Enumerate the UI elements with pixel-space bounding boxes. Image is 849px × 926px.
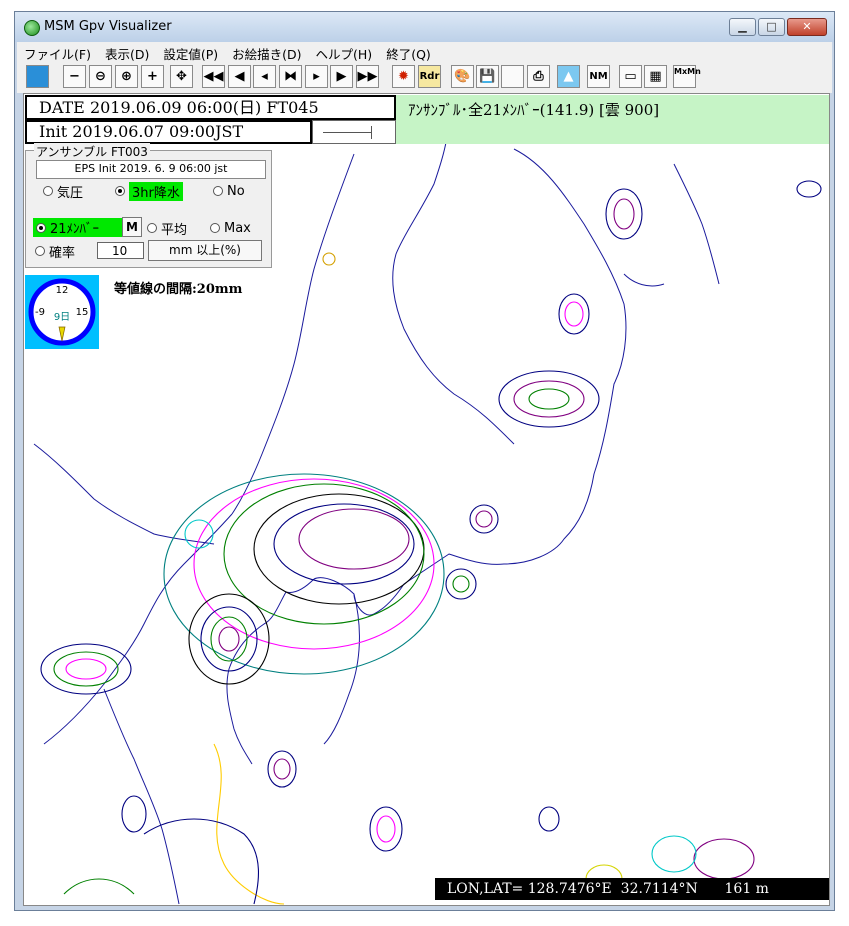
printer-button[interactable]: ⎙ bbox=[527, 65, 550, 88]
map-view-button[interactable] bbox=[26, 65, 49, 88]
radio-3hr-precip-label: 3hr降水 bbox=[129, 181, 183, 201]
clock-widget: 12 15 -9 9日 bbox=[25, 275, 99, 349]
radio-average-dot[interactable] bbox=[147, 223, 157, 233]
prev-button[interactable]: ◂ bbox=[253, 65, 276, 88]
slider-thumb[interactable] bbox=[371, 126, 372, 139]
init-display: Init 2019.06.07 09:00JST bbox=[25, 120, 312, 144]
radio-3hr-precip-dot[interactable] bbox=[115, 186, 125, 196]
ensemble-panel: アンサンブル FT003 EPS Init 2019. 6. 9 06:00 j… bbox=[25, 143, 272, 268]
maximize-button[interactable]: □ bbox=[758, 18, 785, 36]
radio-probability[interactable]: 確率 bbox=[35, 241, 75, 261]
radio-21-members[interactable]: 21ﾒﾝﾊﾞｰ bbox=[33, 218, 125, 237]
eps-init-field: EPS Init 2019. 6. 9 06:00 jst bbox=[36, 160, 266, 179]
radio-max-label: Max bbox=[224, 220, 251, 236]
mountain-button[interactable]: ▲ bbox=[557, 65, 580, 88]
menu-help[interactable]: ヘルプ(H) bbox=[309, 42, 380, 63]
radio-3hr-precip[interactable]: 3hr降水 bbox=[115, 181, 183, 201]
center-button[interactable]: ✥ bbox=[170, 65, 193, 88]
clock-face-icon: 12 15 -9 9日 bbox=[28, 278, 96, 346]
radio-21-members-label: 21ﾒﾝﾊﾞｰ bbox=[50, 222, 100, 237]
clock-day: 9日 bbox=[54, 312, 70, 323]
settings-button[interactable]: ✹ bbox=[392, 65, 415, 88]
nm-button[interactable]: NM bbox=[587, 65, 610, 88]
slider-track bbox=[323, 132, 371, 133]
zoom-out-button[interactable]: ⊖ bbox=[89, 65, 112, 88]
next-fast-button[interactable]: ▶ bbox=[330, 65, 353, 88]
minimize-button[interactable]: ▁ bbox=[729, 18, 756, 36]
radio-no-dot[interactable] bbox=[213, 186, 223, 196]
clock-12: 12 bbox=[56, 285, 69, 296]
menu-view[interactable]: 表示(D) bbox=[98, 42, 156, 63]
save-button[interactable]: 💾 bbox=[476, 65, 499, 88]
panel-title: アンサンブル FT003 bbox=[34, 143, 150, 160]
radio-no-label: No bbox=[227, 183, 245, 199]
menu-draw[interactable]: お絵描き(D) bbox=[225, 42, 308, 63]
clock-9: -9 bbox=[35, 307, 45, 318]
menu-bar: ファイル(F) 表示(D) 設定値(P) お絵描き(D) ヘルプ(H) 終了(Q) bbox=[17, 42, 832, 62]
radio-pressure[interactable]: 気圧 bbox=[43, 181, 83, 201]
ensemble-info: ｱﾝｻﾝﾌﾞﾙ･全21ﾒﾝﾊﾞｰ(141.9) [雲 900] bbox=[396, 95, 829, 144]
prev-fast-button[interactable]: ◀ bbox=[228, 65, 251, 88]
map-client-area[interactable]: DATE 2019.06.09 06:00(日) FT045 Init 2019… bbox=[23, 93, 830, 906]
minmax-button[interactable]: MxMn bbox=[673, 65, 701, 88]
menu-settings[interactable]: 設定値(P) bbox=[156, 42, 225, 63]
clock-15: 15 bbox=[76, 307, 89, 318]
radar-button[interactable]: Rdr bbox=[418, 65, 441, 88]
date-display: DATE 2019.06.09 06:00(日) FT045 bbox=[25, 95, 396, 120]
m-button[interactable]: M bbox=[122, 217, 142, 237]
menu-file[interactable]: ファイル(F) bbox=[17, 42, 98, 63]
radio-pressure-label: 気圧 bbox=[57, 185, 84, 201]
radio-probability-dot[interactable] bbox=[35, 246, 45, 256]
time-slider[interactable] bbox=[312, 120, 396, 144]
zoom-plus-button[interactable]: + bbox=[141, 65, 164, 88]
probability-threshold-input[interactable]: 10 bbox=[97, 242, 144, 259]
stop-button[interactable]: ⧓ bbox=[279, 65, 302, 88]
radio-max-dot[interactable] bbox=[210, 223, 220, 233]
blank-button[interactable] bbox=[501, 65, 524, 88]
zoom-minus-button[interactable]: − bbox=[63, 65, 86, 88]
toolbar: − ⊖ ⊕ + ✥ ◀◀ ◀ ◂ ⧓ ▸ ▶ ▶▶ ✹ Rdr 🎨 💾 ⎙ ▲ NM ▭ ▦ MxMn bbox=[17, 62, 832, 93]
radio-average-label: 平均 bbox=[161, 222, 188, 238]
radio-max[interactable]: Max bbox=[210, 218, 251, 238]
grid-button[interactable]: ▦ bbox=[644, 65, 667, 88]
next-button[interactable]: ▸ bbox=[305, 65, 328, 88]
close-button[interactable]: ✕ bbox=[787, 18, 827, 36]
menu-quit[interactable]: 終了(Q) bbox=[379, 42, 438, 63]
radio-pressure-dot[interactable] bbox=[43, 186, 53, 196]
first-button[interactable]: ◀◀ bbox=[202, 65, 225, 88]
coordinate-readout: LON,LAT= 128.7476°E 32.7114°N 161 m bbox=[435, 878, 829, 900]
contour-interval-label: 等値線の間隔:20mm bbox=[114, 282, 243, 297]
radio-probability-label: 確率 bbox=[49, 245, 76, 261]
zoom-in-button[interactable]: ⊕ bbox=[115, 65, 138, 88]
palette-button[interactable]: 🎨 bbox=[451, 65, 474, 88]
window-button[interactable]: ▭ bbox=[619, 65, 642, 88]
app-globe-icon bbox=[24, 20, 40, 36]
app-window: MSM Gpv Visualizer ▁ □ ✕ ファイル(F) 表示(D) 設定値… bbox=[14, 11, 835, 911]
radio-average[interactable]: 平均 bbox=[147, 218, 187, 238]
window-title: MSM Gpv Visualizer bbox=[44, 19, 172, 34]
last-button[interactable]: ▶▶ bbox=[356, 65, 379, 88]
mm-threshold-button[interactable]: mm 以上(%) bbox=[148, 240, 262, 261]
radio-no[interactable]: No bbox=[213, 181, 245, 201]
radio-21-members-dot[interactable] bbox=[36, 222, 46, 233]
title-bar[interactable]: MSM Gpv Visualizer ▁ □ ✕ bbox=[15, 12, 834, 42]
